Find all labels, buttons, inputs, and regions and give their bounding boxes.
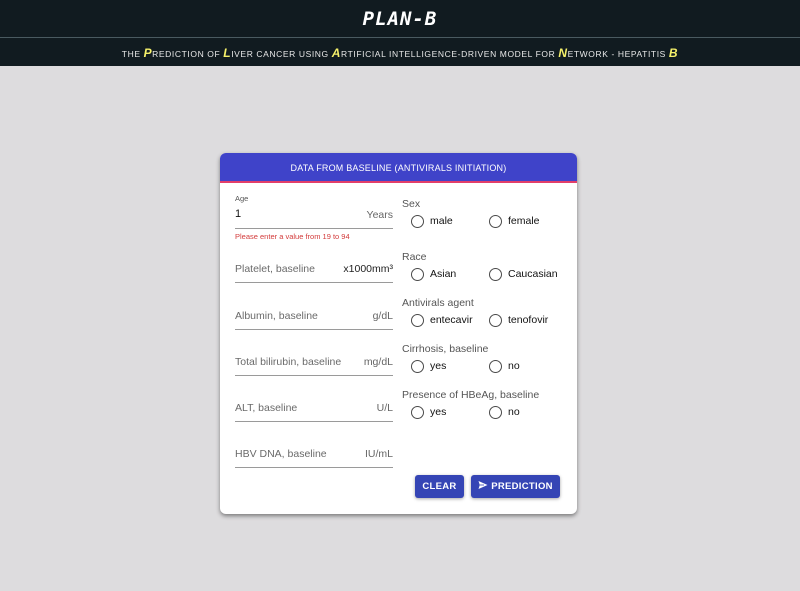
subtitle-text: THE — [121, 49, 144, 59]
brand-title: PLAN-B — [362, 8, 438, 30]
radio-circle[interactable] — [489, 406, 502, 419]
send-icon — [478, 481, 488, 490]
radio-circle[interactable] — [411, 360, 424, 373]
alt-label: ALT, baseline — [235, 402, 298, 414]
radio-label: no — [508, 360, 520, 372]
hbv-dna-unit: IU/mL — [364, 448, 393, 460]
radio-circle[interactable] — [489, 215, 502, 228]
subtitle-highlight-letter: P — [143, 46, 153, 60]
sex-group-title: Sex — [402, 198, 421, 210]
app-header: PLAN-B THE PREDICTION OF LIVER CANCER US… — [0, 0, 800, 66]
radio-label: Asian — [430, 268, 457, 280]
race-group-title: Race — [402, 251, 427, 263]
prediction-button-label: PREDICTION — [491, 481, 553, 492]
subtitle-highlight-letter: B — [668, 46, 679, 60]
subtitle-text: ETWORK - HEPATITIS — [567, 49, 669, 59]
form-title: DATA FROM BASELINE (ANTIVIRALS INITIATIO… — [220, 153, 577, 183]
radio-label: Caucasian — [508, 268, 558, 280]
radio-label: yes — [430, 406, 447, 418]
radio-label: entecavir — [430, 314, 473, 326]
bilirubin-unit: mg/dL — [363, 356, 393, 368]
radio-label: tenofovir — [508, 314, 549, 326]
alt-unit: U/L — [376, 402, 393, 414]
age-unit: Years — [366, 209, 393, 221]
age-error-message: Please enter a value from 19 to 94 — [235, 232, 350, 241]
hbv-dna-field[interactable]: HBV DNA, baseline IU/mL — [235, 444, 393, 468]
prediction-button[interactable]: PREDICTION — [471, 475, 560, 498]
radio-circle[interactable] — [489, 360, 502, 373]
subtitle-highlight-letter: A — [331, 46, 342, 60]
subtitle-highlight-letter: N — [558, 46, 568, 60]
radio-label: female — [508, 215, 540, 227]
radio-label: no — [508, 406, 520, 418]
radio-label: yes — [430, 360, 447, 372]
albumin-unit: g/dL — [372, 310, 393, 322]
alt-field[interactable]: ALT, baseline U/L — [235, 398, 393, 422]
radio-circle[interactable] — [489, 268, 502, 281]
age-value: 1 — [235, 208, 242, 220]
subtitle-text: REDICTION OF — [152, 49, 224, 59]
baseline-form-card: DATA FROM BASELINE (ANTIVIRALS INITIATIO… — [220, 153, 577, 514]
header-divider — [0, 37, 800, 38]
age-field[interactable]: Age 1 Years — [235, 194, 393, 229]
hbv-dna-label: HBV DNA, baseline — [235, 448, 327, 460]
age-label: Age — [235, 194, 249, 203]
platelet-field[interactable]: Platelet, baseline x1000mm³ — [235, 259, 393, 283]
bilirubin-label: Total bilirubin, baseline — [235, 356, 342, 368]
subtitle-text: RTIFICIAL INTELLIGENCE-DRIVEN MODEL FOR — [341, 49, 559, 59]
radio-circle[interactable] — [411, 215, 424, 228]
platelet-label: Platelet, baseline — [235, 263, 315, 275]
albumin-label: Albumin, baseline — [235, 310, 318, 322]
subtitle-text: IVER CANCER USING — [231, 49, 332, 59]
radio-circle[interactable] — [411, 268, 424, 281]
antivirals-group-title: Antivirals agent — [402, 297, 474, 309]
platelet-unit: x1000mm³ — [343, 263, 393, 275]
bilirubin-field[interactable]: Total bilirubin, baseline mg/dL — [235, 352, 393, 376]
radio-label: male — [430, 215, 453, 227]
clear-button[interactable]: CLEAR — [415, 475, 464, 498]
hbeag-group-title: Presence of HBeAg, baseline — [402, 389, 540, 401]
cirrhosis-group-title: Cirrhosis, baseline — [402, 343, 489, 355]
radio-circle[interactable] — [489, 314, 502, 327]
app-subtitle: THE PREDICTION OF LIVER CANCER USING ART… — [0, 46, 800, 62]
clear-button-label: CLEAR — [422, 481, 457, 492]
albumin-field[interactable]: Albumin, baseline g/dL — [235, 306, 393, 330]
radio-circle[interactable] — [411, 314, 424, 327]
subtitle-highlight-letter: L — [223, 46, 232, 60]
radio-circle[interactable] — [411, 406, 424, 419]
